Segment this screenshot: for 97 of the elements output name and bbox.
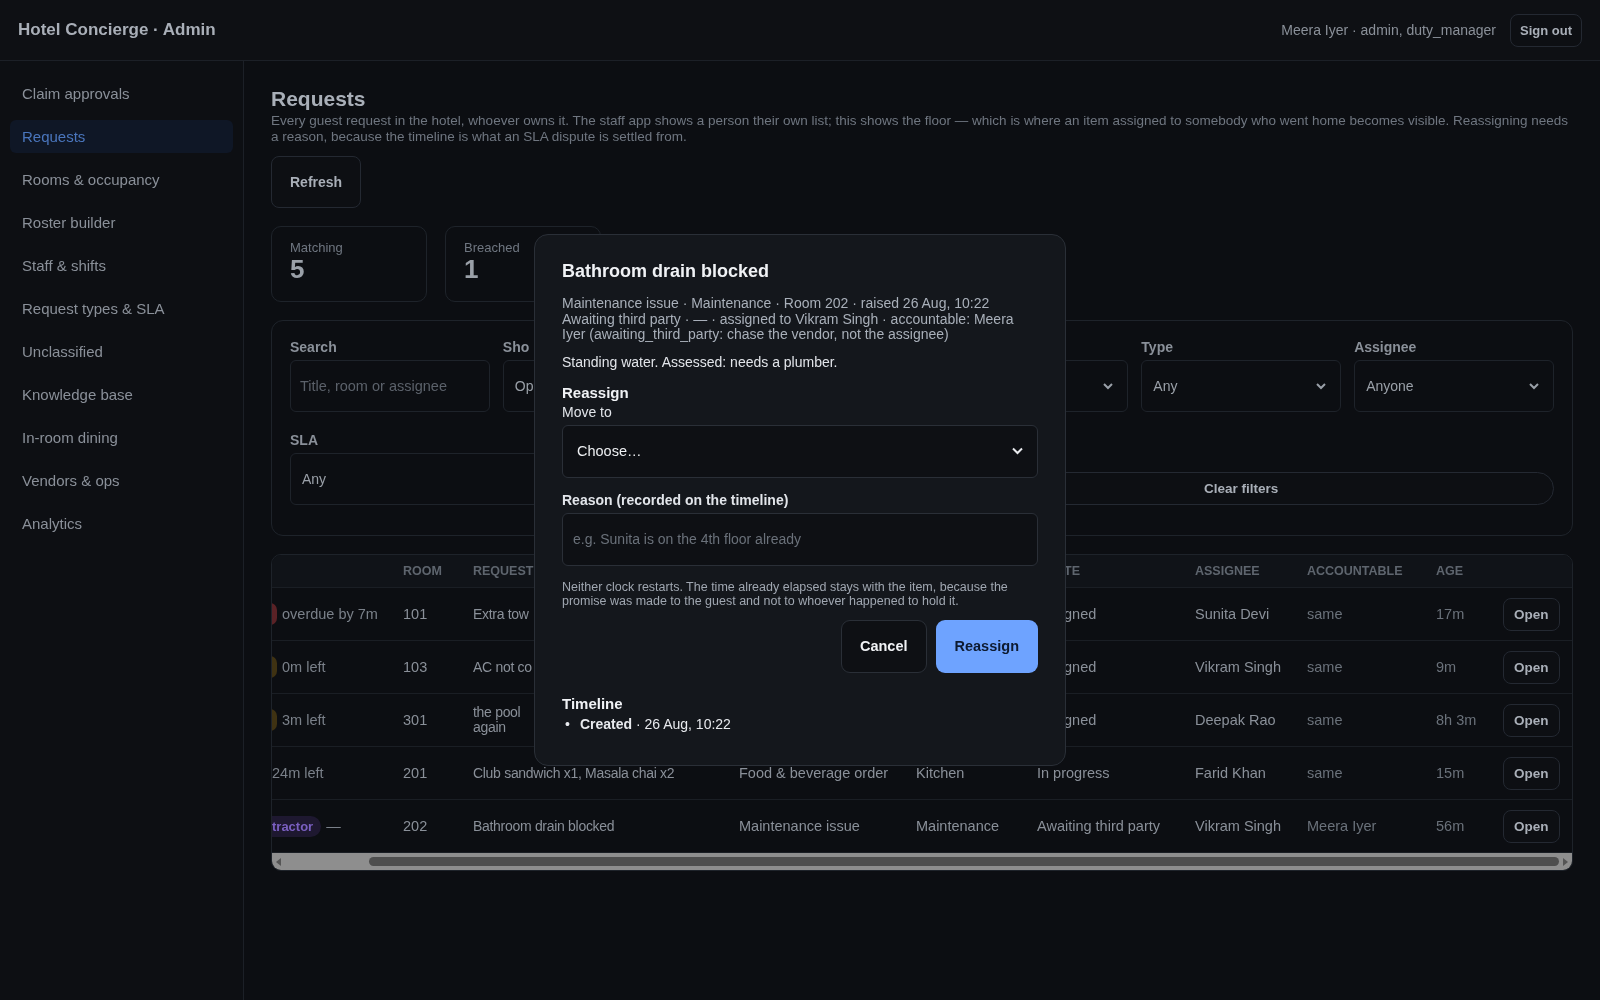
filter-label: Search bbox=[290, 339, 338, 356]
timeline-entry: Created · 26 Aug, 10:22 bbox=[579, 715, 731, 733]
sla-text: 3m left bbox=[282, 712, 326, 728]
open-button[interactable]: Open bbox=[1503, 809, 1560, 843]
user-info: Meera Iyer · admin, duty_manager bbox=[1281, 22, 1496, 38]
bullet: • bbox=[565, 715, 570, 733]
table-cell-text: 15m bbox=[1435, 765, 1466, 781]
stat-label: Breached bbox=[464, 240, 520, 255]
sidebar-item[interactable]: Vendors & ops bbox=[10, 464, 233, 497]
page-title: Requests bbox=[271, 87, 366, 111]
open-button[interactable]: Open bbox=[1503, 597, 1560, 631]
table-cell-text: Vikram Singh bbox=[1194, 659, 1282, 675]
stat-label: Matching bbox=[290, 240, 343, 255]
page-description: Every guest request in the hotel, whoever owns it. The staff app shows a person their own list; this shows the floor — which is where an item assigned to somebody who went home becomes visible. Reassigning needs a reason, because the timeline is what an SLA dispute is settled from. bbox=[271, 113, 1569, 144]
table-cell: AC not co bbox=[473, 659, 532, 675]
dialog-title: Bathroom drain blocked bbox=[562, 261, 771, 282]
filter-label: SLA bbox=[290, 432, 319, 449]
sidebar-item[interactable]: Roster builder bbox=[10, 206, 233, 239]
filter-label: Assignee bbox=[1354, 339, 1418, 356]
table-cell-text: Vikram Singh bbox=[1194, 818, 1282, 834]
refresh-button[interactable]: Refresh bbox=[271, 156, 362, 208]
app-title: Hotel Concierge · Admin bbox=[18, 20, 216, 40]
tag: tractor bbox=[272, 815, 322, 837]
table-cell: Club sandwich x1, Masala chai x2 bbox=[473, 765, 675, 781]
table-cell-text: 101 bbox=[402, 606, 429, 622]
request-details: Maintenance issue · Maintenance · Room 202 · raised 26 Aug, 10:22 bbox=[562, 296, 991, 312]
filter-label: Sho bbox=[502, 339, 531, 356]
sidebar-item[interactable]: Rooms & occupancy bbox=[10, 163, 233, 196]
hint-text: Neither clock restarts. The time already elapsed stays with the item, because the promise was made to the guest and not to whoever happened to hold it. bbox=[562, 579, 1009, 609]
table-cell-text: 202 bbox=[402, 818, 429, 834]
stat-value: 5 bbox=[290, 255, 305, 283]
filter-label: Type bbox=[1141, 339, 1174, 356]
table-cell: Kitchen bbox=[916, 765, 965, 781]
cancel-button[interactable]: Cancel bbox=[840, 619, 927, 673]
sla-text: — bbox=[326, 818, 341, 834]
table-cell-text: same bbox=[1306, 765, 1344, 781]
section-title: Timeline bbox=[562, 694, 623, 712]
table-cell-text: same bbox=[1306, 659, 1344, 675]
table-cell: again bbox=[473, 720, 506, 735]
table-cell: Maintenance bbox=[916, 818, 1000, 834]
section-title: Reassign bbox=[562, 383, 629, 401]
table-cell: Maintenance issue bbox=[739, 818, 860, 834]
table-cell: Extra tow bbox=[473, 606, 529, 622]
request-note: Standing water. Assessed: needs a plumber. bbox=[562, 353, 839, 370]
table-cell-text: 201 bbox=[402, 765, 429, 781]
chevron-icon bbox=[1529, 382, 1539, 390]
sla-text: 24m left bbox=[272, 765, 324, 781]
search-field[interactable]: Title, room or assignee bbox=[290, 360, 490, 412]
column-header: AGE bbox=[1435, 564, 1465, 578]
table-cell-text: 103 bbox=[402, 659, 429, 675]
column-header: REQUEST bbox=[472, 564, 535, 578]
reassign-button[interactable]: Reassign bbox=[935, 619, 1038, 673]
table-cell-text: 301 bbox=[402, 712, 429, 728]
chevron-icon bbox=[1103, 382, 1114, 390]
table-cell-text: same bbox=[1306, 712, 1344, 728]
chevron-icon bbox=[1012, 447, 1023, 455]
table-cell: Food & beverage order bbox=[739, 765, 889, 781]
sidebar-item[interactable]: Unclassified bbox=[10, 335, 233, 368]
open-button[interactable]: Open bbox=[1503, 650, 1560, 684]
table-cell: Bathroom drain blocked bbox=[473, 818, 615, 834]
table-cell-text: Deepak Rao bbox=[1194, 712, 1277, 728]
table-cell-text: 56m bbox=[1435, 818, 1466, 834]
open-button[interactable]: Open bbox=[1503, 703, 1560, 737]
table-cell-text: same bbox=[1306, 606, 1344, 622]
table-cell-text: 8h 3m bbox=[1435, 712, 1478, 728]
sidebar-item[interactable]: Request types & SLA bbox=[10, 292, 233, 325]
column-header: ACCOUNTABLE bbox=[1306, 564, 1404, 578]
sidebar-item[interactable]: Claim approvals bbox=[10, 77, 233, 110]
assignee-select[interactable]: Choose… bbox=[562, 424, 1038, 478]
sidebar-item[interactable]: Requests bbox=[10, 120, 233, 153]
table-cell: Awaiting third party bbox=[1037, 818, 1161, 834]
open-button[interactable]: Open bbox=[1503, 756, 1560, 790]
sign-out-button[interactable]: Sign out bbox=[1510, 13, 1582, 47]
horizontal-scrollbar[interactable] bbox=[272, 852, 1572, 870]
column-header: ROOM bbox=[402, 564, 443, 578]
chevron-icon bbox=[1316, 382, 1327, 390]
column-header: TE bbox=[1064, 564, 1080, 578]
reason-field[interactable]: e.g. Sunita is on the 4th floor already bbox=[562, 512, 1038, 566]
table-cell-text: 9m bbox=[1435, 659, 1458, 675]
filter-select[interactable]: Anyone bbox=[1354, 360, 1554, 412]
table-cell: the pool bbox=[473, 705, 521, 720]
sla-text: overdue by 7m bbox=[282, 606, 378, 622]
filter-select[interactable]: Any bbox=[1141, 360, 1342, 412]
sidebar-item[interactable]: Staff & shifts bbox=[10, 249, 233, 282]
request-details: Awaiting third party · — · assigned to Vikram Singh · accountable: Meera Iyer (awaiting_third_party: chase the vendor, not the assignee) bbox=[562, 311, 1015, 343]
sidebar-item[interactable]: In-room dining bbox=[10, 421, 233, 454]
column-header: ASSIGNEE bbox=[1194, 564, 1261, 578]
table-cell-text: Farid Khan bbox=[1194, 765, 1267, 781]
table-cell-text: 17m bbox=[1435, 606, 1466, 622]
sla-text: 0m left bbox=[282, 659, 326, 675]
sidebar-item[interactable]: Analytics bbox=[10, 507, 233, 540]
field-label: Move to bbox=[562, 403, 612, 420]
sidebar-item[interactable]: Knowledge base bbox=[10, 378, 233, 411]
table-cell: In progress bbox=[1037, 765, 1110, 781]
table-cell-text: Meera Iyer bbox=[1306, 818, 1378, 834]
table-cell-text: Sunita Devi bbox=[1194, 606, 1271, 622]
stat-value: 1 bbox=[464, 255, 479, 283]
